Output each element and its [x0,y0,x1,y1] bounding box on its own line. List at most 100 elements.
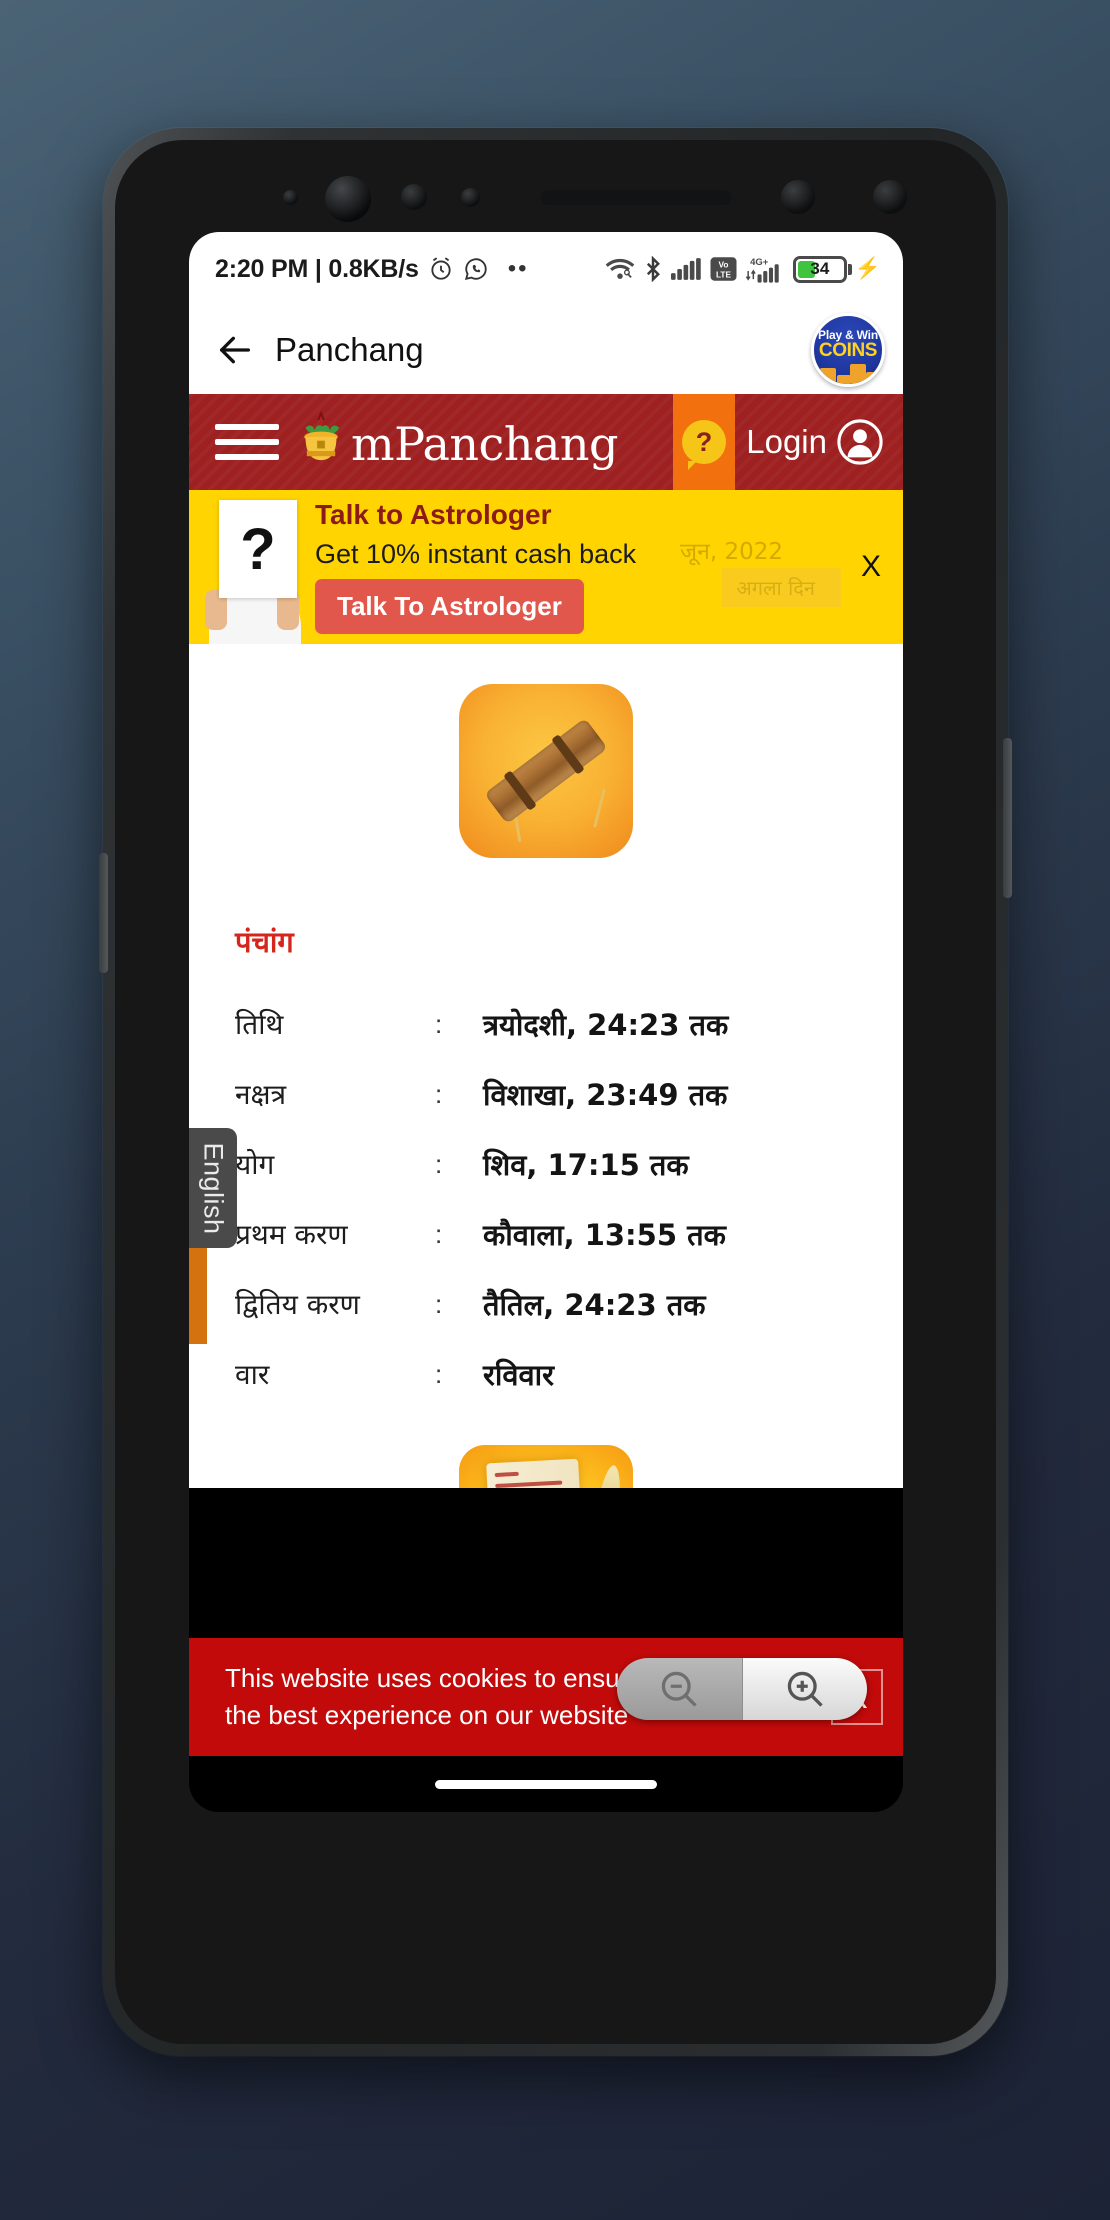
row-label: प्रथम करण [235,1218,348,1251]
battery-shell: 34 [792,255,847,283]
row-value: शिव, 17:15 तक [483,1147,689,1182]
earpiece-speaker [541,190,731,205]
play-and-win-coins-badge[interactable]: Play & Win COINS [811,313,885,387]
app-bar: Panchang Play & Win COINS [189,306,903,394]
scroll-tie [503,770,537,811]
coin-icon [866,372,881,384]
ad-subtitle: Get 10% instant cash back [315,538,637,569]
astrologer-ad-banner[interactable]: जून, 2022 अगला दिन ? Talk to Astrologer … [189,490,903,644]
table-row: प्रथम करण : कौवाला, 13:55 तक [235,1199,903,1269]
whatsapp-icon [463,256,489,282]
status-bar-right: Vo LTE 4G+ 34 ⚡ [605,255,881,283]
table-row: नक्षत्र : विशाखा, 23:49 तक [235,1059,903,1129]
battery-indicator: 34 ⚡ [792,255,881,283]
page-title: Panchang [275,331,424,368]
power-button[interactable] [1003,738,1012,898]
talk-to-astrologer-button[interactable]: Talk To Astrologer [315,579,584,635]
language-switch-tab[interactable]: English [189,1128,237,1248]
zoom-in-button[interactable] [741,1658,867,1720]
scroll-icon-container [189,644,903,858]
row-value: रविवार [483,1357,554,1392]
row-value: कौवाला, 13:55 तक [483,1217,726,1252]
android-nav-bar [189,1756,903,1812]
volume-button[interactable] [99,853,108,973]
zoom-out-button[interactable] [617,1658,742,1720]
row-separator: : [435,1008,443,1039]
hamburger-menu-icon[interactable] [215,415,279,469]
scroll-roll [484,717,608,825]
alarm-icon [428,256,454,282]
zoom-controls [617,1658,867,1720]
row-separator: : [435,1288,443,1319]
rolled-scroll-icon [459,684,633,858]
ad-person-image: ? [195,490,301,644]
panchang-heading: पंचांग [235,925,294,959]
coin-icon [850,364,866,384]
site-logo-text[interactable]: mPanchang [351,421,618,467]
ad-title: Talk to Astrologer [315,498,552,530]
scroll-tie [551,734,585,775]
row-value: विशाखा, 23:49 तक [483,1077,728,1112]
back-arrow-icon[interactable] [215,330,255,370]
android-status-bar: 2:20 PM | 0.8KB/s •• Vo LTE 4G+ 34 ⚡ [189,232,903,306]
language-switch-label: English [198,1141,229,1235]
proximity-sensor-icon [401,184,427,210]
login-button[interactable]: Login [746,419,883,465]
row-value: त्रयोदशी, 24:23 तक [483,1007,729,1042]
row-separator: : [435,1358,443,1389]
svg-text:Vo: Vo [718,260,728,270]
site-header: mPanchang ? Login [189,394,903,490]
ghost-date-text: जून, 2022 [680,539,783,565]
open-scroll-quill-icon [459,1445,633,1488]
signal-icon [670,257,701,281]
scroll-string [593,788,606,828]
row-label: द्वितिय करण [235,1288,360,1321]
status-time: 2:20 PM | 0.8KB/s [215,254,419,283]
panchang-content: पंचांग तिथि : त्रयोदशी, 24:23 तक नक्षत्र… [189,644,903,1488]
status-bar-left: 2:20 PM | 0.8KB/s •• [215,254,529,283]
network-4gplus-icon: 4G+ [745,255,784,283]
svg-text:LTE: LTE [716,269,732,279]
row-separator: : [435,1148,443,1179]
secondary-camera-icon [781,180,815,214]
quill-icon [591,1463,625,1488]
row-separator: : [435,1218,443,1249]
wifi-icon [605,257,635,281]
phone-screen: 2:20 PM | 0.8KB/s •• Vo LTE 4G+ 34 ⚡ Pan… [189,232,903,1812]
open-scroll-container [189,1445,903,1488]
coin-icon [820,368,836,384]
ad-text-block: Talk to Astrologer Get 10% instant cash … [315,498,637,635]
ad-close-button[interactable]: X [861,550,881,584]
row-value: तैतिल, 24:23 तक [483,1287,706,1322]
parchment [486,1458,584,1488]
user-avatar-icon [837,419,883,465]
panchang-table: तिथि : त्रयोदशी, 24:23 तक नक्षत्र : विशा… [235,989,903,1409]
svg-text:4G+: 4G+ [750,257,769,268]
table-row: तिथि : त्रयोदशी, 24:23 तक [235,989,903,1059]
kalash-logo-icon [295,411,347,473]
table-row: वार : रविवार [235,1339,903,1409]
battery-level: 34 [810,259,830,278]
iris-scanner-icon [873,180,907,214]
sensor-icon [283,190,298,205]
table-row: द्वितिय करण : तैतिल, 24:23 तक [235,1269,903,1339]
coin-icon [837,375,851,384]
ghost-next-day-button: अगला दिन [722,568,841,607]
row-label: वार [235,1358,270,1391]
row-label: नक्षत्र [235,1078,287,1111]
parchment-line [495,1480,563,1488]
home-gesture-pill[interactable] [435,1779,657,1789]
row-label: योग [235,1148,275,1181]
parchment-line [494,1471,520,1478]
orange-edge-sliver [189,1248,207,1344]
question-card-icon: ? [219,500,297,598]
row-separator: : [435,1078,443,1109]
help-button[interactable]: ? [673,394,735,490]
row-label: तिथि [235,1008,284,1041]
charging-bolt-icon: ⚡ [854,257,881,280]
bluetooth-icon [644,256,662,282]
question-mark-icon: ? [682,420,726,470]
sensor-row [103,172,1008,232]
coins-badge-line2: COINS [818,340,878,361]
light-sensor-icon [461,188,480,207]
